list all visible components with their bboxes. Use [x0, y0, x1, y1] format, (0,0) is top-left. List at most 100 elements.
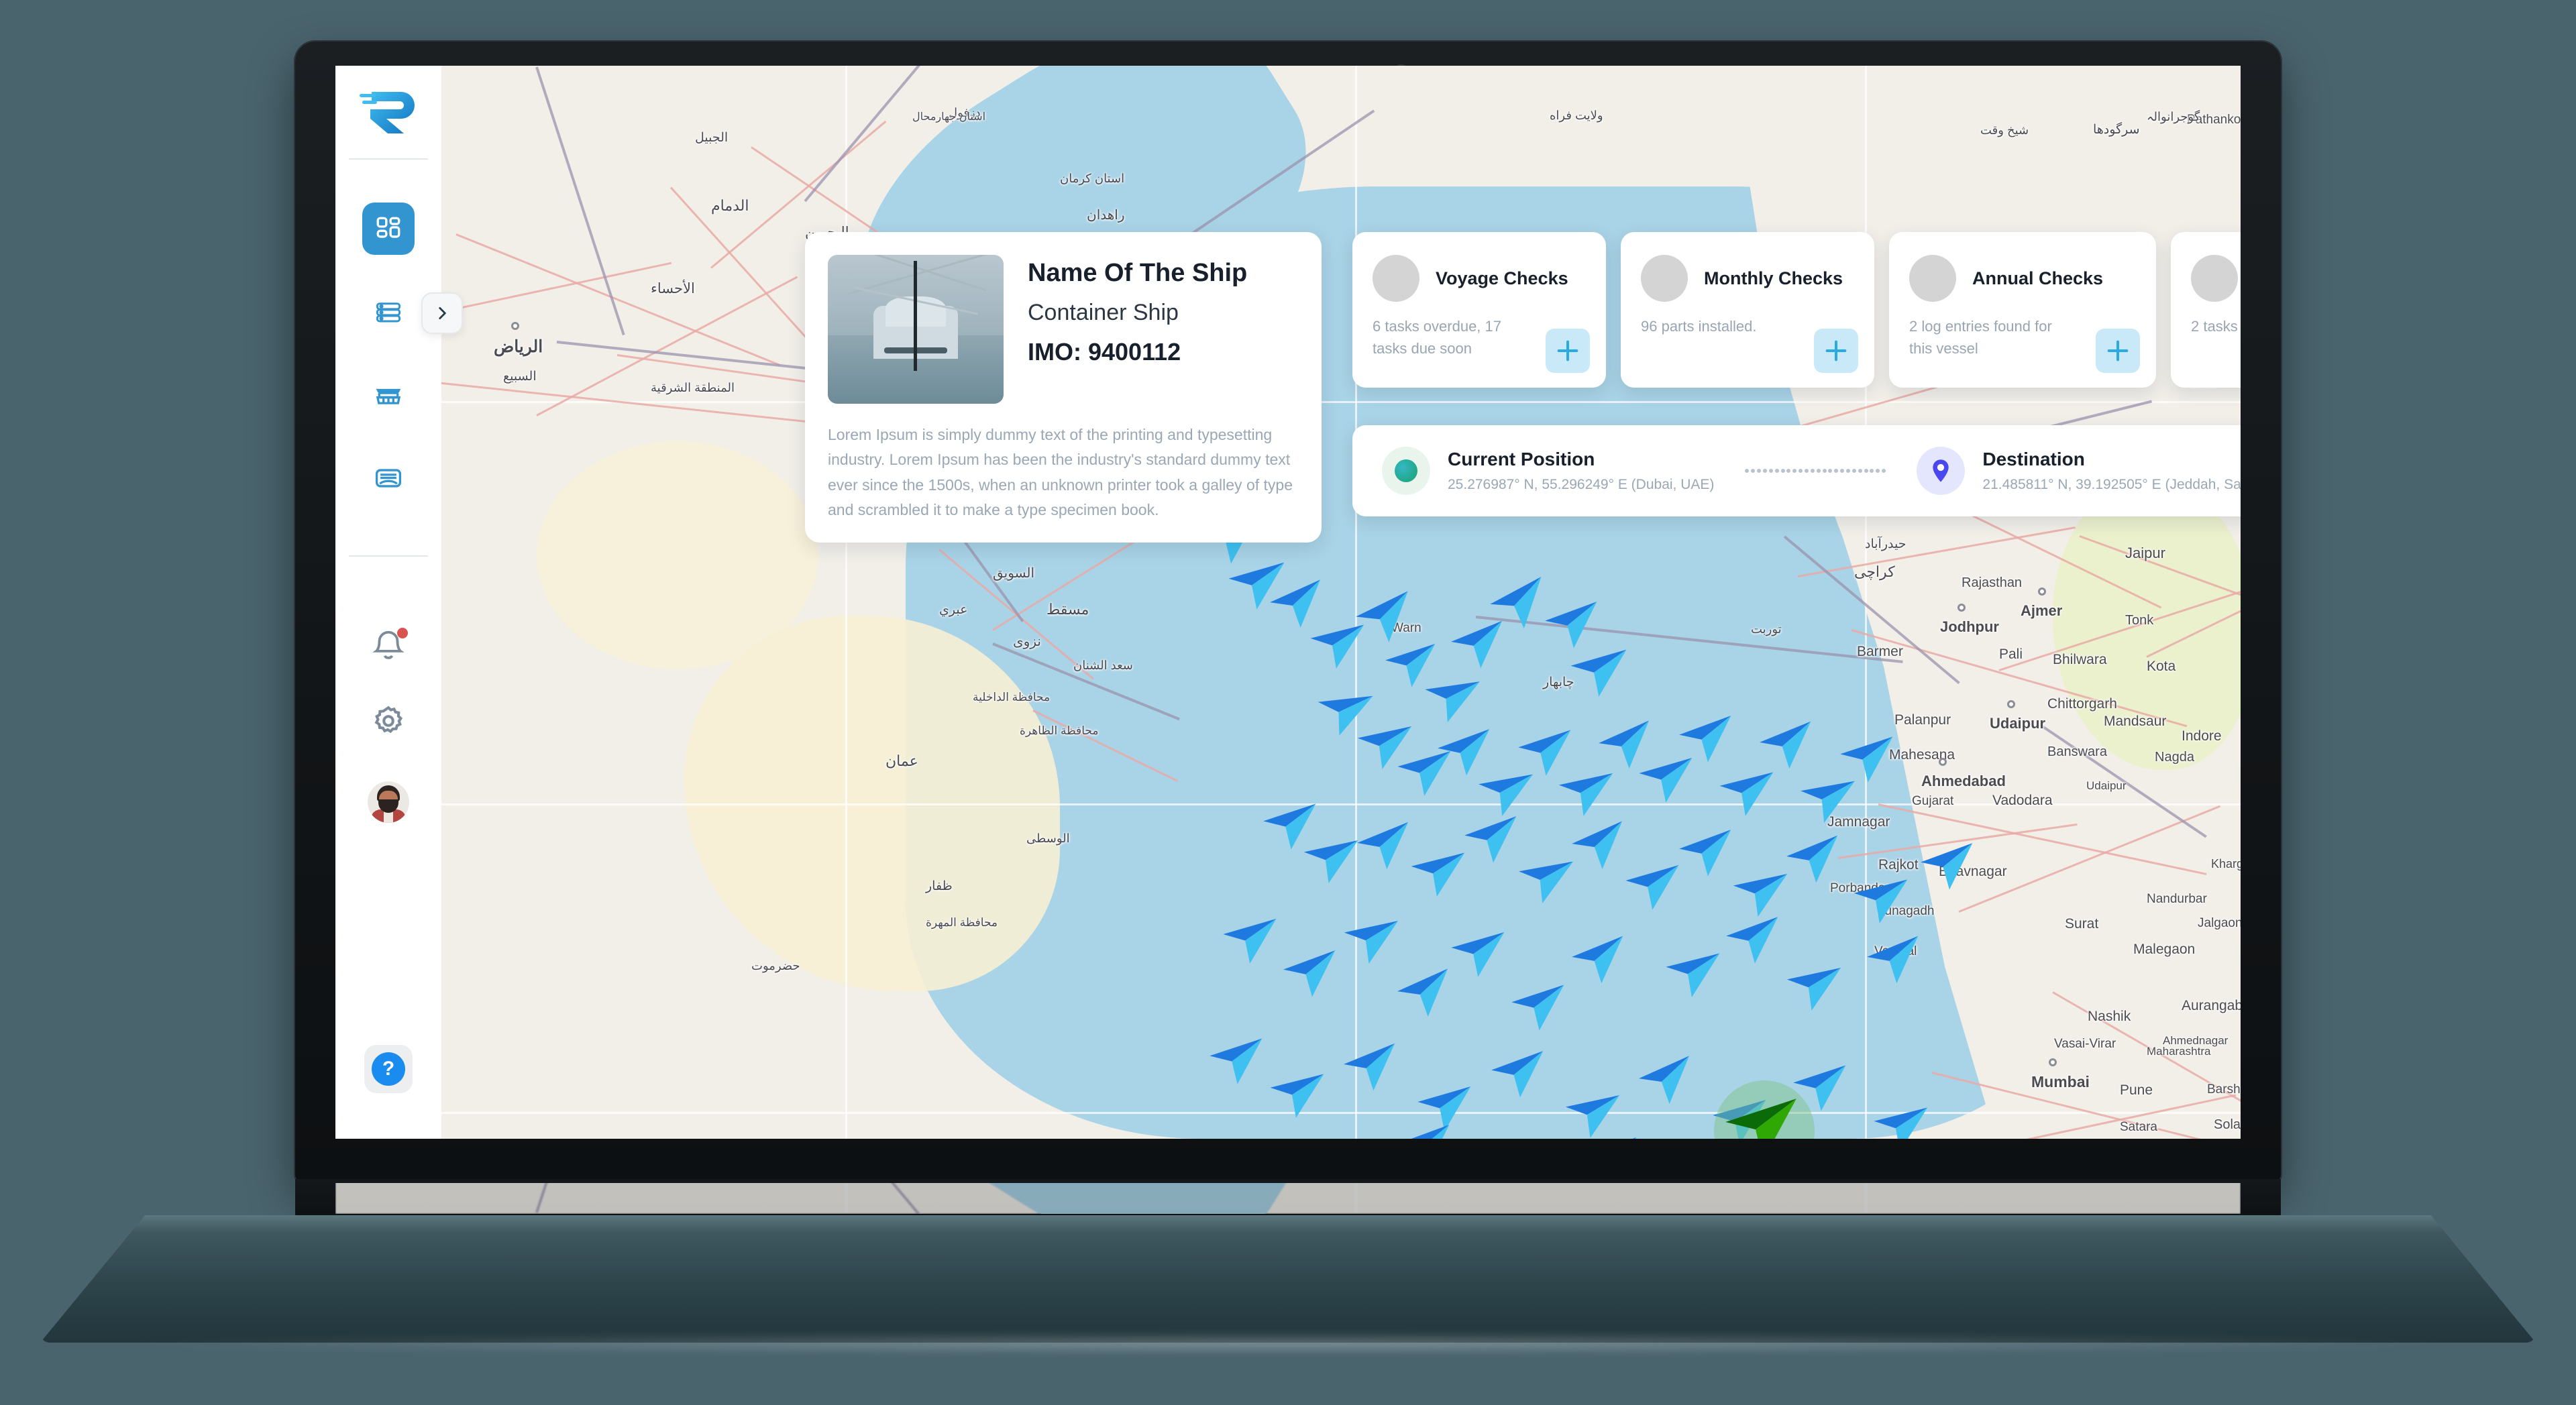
map-place-label: استان جهارمحال [912, 111, 986, 123]
current-position-coordinates: 25.276987° N, 55.296249° E (Dubai, UAE) [1448, 477, 1715, 492]
ship-info-card: Name Of The Ship Container Ship IMO: 940… [805, 232, 1322, 543]
help-button[interactable]: ? [364, 1045, 413, 1093]
stat-title: Monthly Checks [1704, 268, 1843, 288]
sidebar-item-dashboard[interactable] [362, 203, 415, 255]
stat-card-voyage-checks[interactable]: Voyage Checks 6 tasks overdue, 17 tasks … [1352, 232, 1606, 388]
notification-badge [397, 628, 408, 638]
laptop-base [40, 1215, 2536, 1343]
map-city-dot [511, 322, 519, 330]
map-place-label: Surat [2065, 916, 2099, 932]
help-question-icon: ? [372, 1052, 405, 1086]
map-city-dot [2038, 587, 2046, 596]
sidebar-item-library[interactable] [362, 452, 415, 504]
sidebar-item-bridge[interactable] [362, 369, 415, 421]
stat-card-header: Monthly Checks [1641, 255, 1854, 302]
map-place-label: محافظة المهرة [926, 916, 998, 929]
sidebar-item-profile[interactable] [368, 781, 409, 823]
map-place-label: Malegaon [2133, 942, 2196, 957]
map-place-label: Pali [1999, 647, 2023, 662]
map-place-label: محافظة الداخلية [973, 691, 1051, 704]
route-dot [1840, 469, 1845, 473]
sidebar-expand-button[interactable] [421, 292, 463, 334]
sidebar-utility-nav [368, 628, 409, 823]
map-gridline [1355, 1183, 1357, 1214]
map-place-label: ولايت فراه [1550, 109, 1603, 122]
map-place-label: حضرموت [751, 959, 800, 972]
map-place-label: Aurangabad [2182, 998, 2241, 1013]
map-place-label: الوسطى [1026, 832, 1070, 845]
route-dot [1828, 469, 1833, 473]
route-connector-dotted-line [1745, 469, 1886, 473]
map-place-label: Rajasthan [1962, 575, 2023, 590]
route-dot [1745, 469, 1750, 473]
screen-reflection: الرياضالسبيعالأحساءالدمامالجبيلالبحرينقط… [335, 1183, 2241, 1214]
current-position-texts: Current Position 25.276987° N, 55.296249… [1448, 449, 1714, 493]
map-place-label: الأحساء [651, 281, 695, 296]
map-desert-region [537, 441, 818, 669]
map-canvas[interactable]: الرياضالسبيعالأحساءالدمامالجبيلالبحرينقط… [335, 66, 2241, 1139]
server-list-icon [376, 302, 401, 323]
add-monthly-check-button[interactable] [1814, 329, 1858, 373]
current-position-marker-icon [1382, 447, 1430, 495]
route-dot [1780, 469, 1785, 473]
sidebar-item-logs[interactable] [362, 286, 415, 338]
map-place-label: Udaipur [1990, 715, 2046, 732]
map-pin-icon [1933, 459, 1949, 482]
stat-card-annual-checks[interactable]: Annual Checks 2 log entries found for th… [1889, 232, 2156, 388]
sidebar-item-settings[interactable] [370, 703, 407, 742]
map-place-label: Ajmer [2021, 602, 2063, 619]
route-dot [1799, 469, 1803, 473]
map-city-dot [2007, 700, 2015, 708]
ship-photo-mast [914, 260, 918, 372]
ship-name: Name Of The Ship [1028, 259, 1248, 287]
map-place-label: راهدان [1087, 208, 1125, 223]
map-place-label: Vasai-Virar [2054, 1037, 2116, 1051]
map-place-label: Jalgaon [2198, 916, 2241, 930]
route-dot [1876, 469, 1880, 473]
map-place-label: توربت [1751, 622, 1782, 636]
map-place-label: Banswara [2047, 744, 2107, 759]
route-dot [1834, 469, 1839, 473]
stat-card-monthly-checks[interactable]: Monthly Checks 96 parts installed. [1621, 232, 1874, 388]
map-place-label: نزوى [1013, 634, 1041, 649]
map-place-label: Indore [2182, 728, 2222, 744]
map-place-label: Satara [2120, 1120, 2157, 1134]
map-place-label: محافظة الظاهرة [1020, 724, 1099, 737]
stat-avatar-icon [1641, 255, 1688, 302]
plus-icon [1825, 340, 1847, 361]
map-india-landmass [1731, 1183, 2241, 1214]
map-place-label: السويق [993, 566, 1035, 581]
route-dot [1864, 469, 1868, 473]
current-position-block[interactable]: Current Position 25.276987° N, 55.296249… [1382, 447, 1714, 495]
ship-imo: IMO: 9400112 [1028, 338, 1181, 366]
route-dot [1792, 469, 1797, 473]
map-place-label: مسقط [1046, 601, 1089, 618]
map-place-label: Gujarat [1912, 794, 1954, 808]
map-place-label: الرياض [494, 337, 543, 356]
destination-coordinates: 21.485811° N, 39.192505° E (Jeddah, Saud… [1982, 477, 2241, 492]
add-voyage-check-button[interactable] [1546, 329, 1590, 373]
ship-photo [828, 255, 1004, 404]
map-place-label: سرگودھا [2093, 123, 2140, 137]
map-place-label: الجبيل [695, 131, 729, 145]
selected-vessel-arrow-icon [1725, 1099, 1801, 1139]
route-dot [1858, 469, 1862, 473]
sidebar-nav [362, 203, 415, 504]
app-logo[interactable] [335, 66, 441, 158]
destination-texts: Destination 21.485811° N, 39.192505° E (… [1982, 449, 2241, 493]
sidebar-item-notifications[interactable] [370, 628, 408, 664]
map-city-dot [1957, 604, 1966, 612]
ship-description: Lorem Ipsum is simply dummy text of the … [828, 426, 1293, 518]
stat-title: Annual Checks [1972, 268, 2104, 288]
stat-avatar-icon [2191, 255, 2238, 302]
route-dot [1786, 469, 1791, 473]
map-place-label: Solapur [2214, 1117, 2241, 1132]
stat-title: Voyage Checks [1436, 268, 1568, 288]
add-annual-check-button[interactable] [2096, 329, 2140, 373]
destination-block[interactable]: Destination 21.485811° N, 39.192505° E (… [1917, 447, 2241, 495]
map-place-label: Bhilwara [2053, 652, 2107, 667]
sidebar: ? [335, 66, 441, 1139]
current-position-title: Current Position [1448, 449, 1595, 469]
stat-card-planned-maintenance-system[interactable]: Planned Maintenance System 2 tasks overd… [2171, 232, 2241, 388]
ship-photo-rigging [847, 255, 987, 295]
